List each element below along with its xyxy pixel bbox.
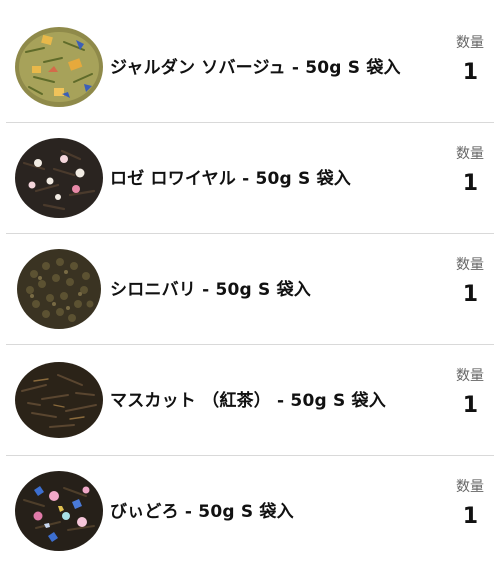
quantity-label: 数量	[456, 479, 484, 495]
product-name[interactable]: ジャルダン ソバージュ - 50g S 袋入	[110, 12, 410, 123]
quantity-label: 数量	[456, 146, 484, 162]
list-item[interactable]: ロゼ ロワイヤル - 50g S 袋入 数量 1	[6, 123, 494, 234]
quantity: 数量 1	[424, 34, 484, 88]
quantity-label: 数量	[456, 35, 484, 51]
product-name[interactable]: マスカット （紅茶） - 50g S 袋入	[110, 345, 410, 456]
quantity-value: 1	[462, 60, 478, 85]
product-thumbnail[interactable]	[14, 244, 104, 334]
cart-item-list: ジャルダン ソバージュ - 50g S 袋入 数量 1 ロゼ ロワイヤル - 5…	[0, 0, 500, 567]
product-name[interactable]: ロゼ ロワイヤル - 50g S 袋入	[110, 123, 410, 234]
quantity-label: 数量	[456, 257, 484, 273]
list-item[interactable]: シロニバリ - 50g S 袋入 数量 1	[6, 234, 494, 345]
list-item[interactable]: ジャルダン ソバージュ - 50g S 袋入 数量 1	[6, 12, 494, 123]
product-thumbnail[interactable]	[14, 355, 104, 445]
quantity-value: 1	[462, 282, 478, 307]
quantity-value: 1	[462, 171, 478, 196]
product-name[interactable]: びぃどろ - 50g S 袋入	[110, 456, 410, 567]
list-item[interactable]: マスカット （紅茶） - 50g S 袋入 数量 1	[6, 345, 494, 456]
product-thumbnail[interactable]	[14, 133, 104, 223]
quantity: 数量 1	[424, 367, 484, 421]
quantity: 数量 1	[424, 256, 484, 310]
product-name[interactable]: シロニバリ - 50g S 袋入	[110, 234, 410, 345]
product-thumbnail[interactable]	[14, 22, 104, 112]
quantity-value: 1	[462, 393, 478, 418]
quantity-value: 1	[462, 504, 478, 529]
list-item[interactable]: びぃどろ - 50g S 袋入 数量 1	[6, 456, 494, 567]
product-thumbnail[interactable]	[14, 466, 104, 556]
quantity: 数量 1	[424, 145, 484, 199]
quantity: 数量 1	[424, 478, 484, 532]
quantity-label: 数量	[456, 368, 484, 384]
